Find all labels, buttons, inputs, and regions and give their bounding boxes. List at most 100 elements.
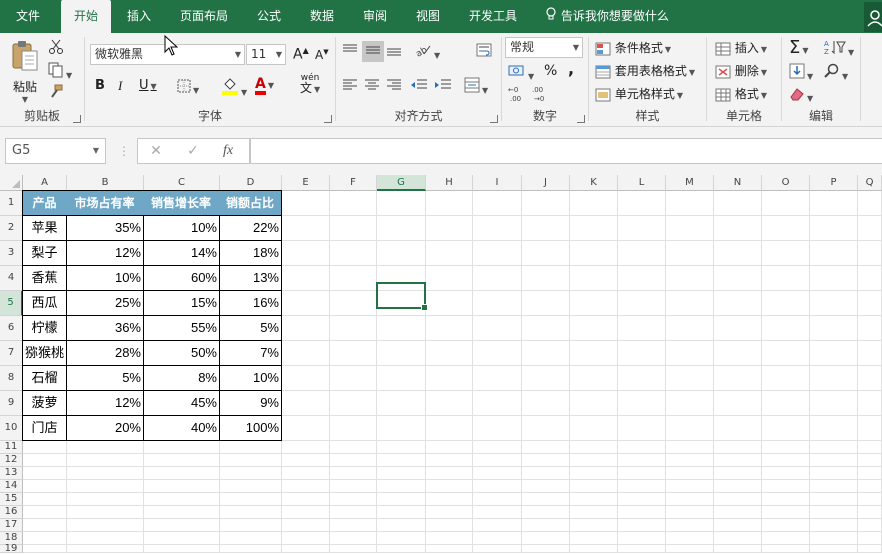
table-cell[interactable]: 柠檬 (22, 315, 67, 341)
font-color-button[interactable]: A ▼ (255, 76, 274, 95)
table-cell[interactable]: 10% (143, 215, 220, 241)
row-header-5[interactable]: 5 (0, 291, 23, 316)
tab-view[interactable]: 视图 (408, 0, 448, 33)
fill-button[interactable]: ▼ (789, 63, 813, 82)
table-header-cell[interactable]: 产品 (22, 190, 67, 216)
table-cell[interactable]: 25% (66, 290, 144, 316)
tab-insert[interactable]: 插入 (120, 0, 158, 33)
row-header-8[interactable]: 8 (0, 366, 23, 391)
align-center-button[interactable] (364, 79, 380, 94)
table-header-cell[interactable]: 销售增长率 (143, 190, 220, 216)
borders-button[interactable]: ▼ (177, 79, 199, 96)
row-header-2[interactable]: 2 (0, 216, 23, 241)
column-header-g[interactable]: G (377, 175, 426, 191)
tab-formulas[interactable]: 公式 (249, 0, 289, 33)
table-cell[interactable]: 36% (66, 315, 144, 341)
table-cell[interactable]: 55% (143, 315, 220, 341)
italic-button[interactable]: I (118, 78, 122, 94)
tab-data[interactable]: 数据 (302, 0, 342, 33)
tab-file[interactable]: 文件 (6, 0, 50, 33)
fill-color-button[interactable]: ▼ (221, 77, 247, 98)
cancel-icon[interactable]: ✕ (146, 138, 166, 164)
column-header-o[interactable]: O (762, 175, 810, 191)
column-header-l[interactable]: L (618, 175, 666, 191)
row-header-9[interactable]: 9 (0, 391, 23, 416)
align-middle-button[interactable] (362, 41, 384, 62)
cut-button[interactable] (48, 39, 64, 58)
table-cell[interactable]: 15% (143, 290, 220, 316)
sort-filter-button[interactable]: A Z ▼ (824, 39, 854, 58)
autosum-button[interactable]: Σ ▼ (789, 37, 809, 58)
table-cell[interactable]: 门店 (22, 415, 67, 441)
insert-cells-button[interactable]: 插入 ▼ (715, 39, 767, 56)
column-header-i[interactable]: I (473, 175, 522, 191)
column-header-e[interactable]: E (282, 175, 330, 191)
phonetic-button[interactable]: wén 文 ▼ (300, 73, 320, 95)
decrease-indent-button[interactable] (410, 78, 428, 95)
enter-icon[interactable]: ✓ (183, 138, 203, 164)
column-header-m[interactable]: M (666, 175, 714, 191)
formula-input[interactable] (250, 138, 882, 164)
font-size-select[interactable]: 11 ▼ (246, 44, 286, 65)
table-cell[interactable]: 12% (66, 390, 144, 416)
row-header-13[interactable]: 13 (0, 467, 23, 480)
row-header-10[interactable]: 10 (0, 416, 23, 441)
row-header-1[interactable]: 1 (0, 191, 23, 216)
table-cell[interactable]: 45% (143, 390, 220, 416)
table-cell[interactable]: 20% (66, 415, 144, 441)
accounting-format-button[interactable]: ▼ (508, 63, 534, 82)
align-left-button[interactable] (342, 79, 358, 94)
column-header-q[interactable]: Q (858, 175, 882, 191)
wrap-text-button[interactable] (476, 43, 492, 60)
increase-font-icon[interactable]: A▲ (293, 46, 309, 63)
table-cell[interactable]: 7% (219, 340, 282, 366)
insert-function-icon[interactable]: fx (218, 138, 238, 164)
column-header-k[interactable]: K (570, 175, 618, 191)
table-cell[interactable]: 香蕉 (22, 265, 67, 291)
row-header-4[interactable]: 4 (0, 266, 23, 291)
row-header-11[interactable]: 11 (0, 441, 23, 454)
decrease-decimal-button[interactable]: .00 →0 (532, 85, 552, 106)
table-cell[interactable]: 28% (66, 340, 144, 366)
table-cell[interactable]: 9% (219, 390, 282, 416)
column-header-p[interactable]: P (810, 175, 858, 191)
tab-developer[interactable]: 开发工具 (461, 0, 525, 33)
table-cell[interactable]: 10% (219, 365, 282, 391)
table-cell[interactable]: 苹果 (22, 215, 67, 241)
column-header-n[interactable]: N (714, 175, 762, 191)
column-header-h[interactable]: H (426, 175, 473, 191)
table-cell[interactable]: 16% (219, 290, 282, 316)
worksheet-grid[interactable]: A B C D E F G H I J K L M N O P Q 1 2 3 4 5 6 7 8 9 10 11 12 13 14 15 16… (0, 175, 882, 554)
paste-button[interactable]: 粘贴 ▼ (8, 39, 42, 105)
row-header-15[interactable]: 15 (0, 493, 23, 506)
merge-center-button[interactable]: ▼ (464, 77, 488, 96)
table-cell[interactable]: 10% (66, 265, 144, 291)
column-header-c[interactable]: C (144, 175, 220, 191)
table-cell[interactable]: 13% (219, 265, 282, 291)
table-cell[interactable]: 5% (219, 315, 282, 341)
row-header-16[interactable]: 16 (0, 506, 23, 519)
table-cell[interactable]: 35% (66, 215, 144, 241)
clear-button[interactable]: ▼ (789, 87, 813, 104)
table-cell[interactable]: 50% (143, 340, 220, 366)
select-all-button[interactable] (0, 175, 23, 191)
column-header-j[interactable]: J (522, 175, 570, 191)
table-header-cell[interactable]: 市场占有率 (66, 190, 144, 216)
table-cell[interactable]: 12% (66, 240, 144, 266)
increase-indent-button[interactable] (434, 78, 452, 95)
cell-styles-button[interactable]: 单元格样式 ▼ (595, 85, 683, 102)
tell-me-box[interactable]: 告诉我你想要做什么 (545, 0, 669, 33)
table-cell[interactable]: 100% (219, 415, 282, 441)
table-cell[interactable]: 石榴 (22, 365, 67, 391)
selected-cell-outline[interactable] (376, 282, 428, 311)
table-cell[interactable]: 60% (143, 265, 220, 291)
table-cell[interactable]: 18% (219, 240, 282, 266)
number-format-select[interactable]: 常规 ▼ (505, 37, 583, 58)
underline-button[interactable]: U ▼ (139, 78, 157, 93)
clipboard-launcher-icon[interactable] (73, 115, 81, 123)
copy-button[interactable]: ▼ (48, 62, 72, 81)
bold-button[interactable]: B (95, 78, 105, 93)
increase-decimal-button[interactable]: ←0.00 (508, 85, 528, 106)
table-cell[interactable]: 菠萝 (22, 390, 67, 416)
alignment-launcher-icon[interactable] (490, 115, 498, 123)
